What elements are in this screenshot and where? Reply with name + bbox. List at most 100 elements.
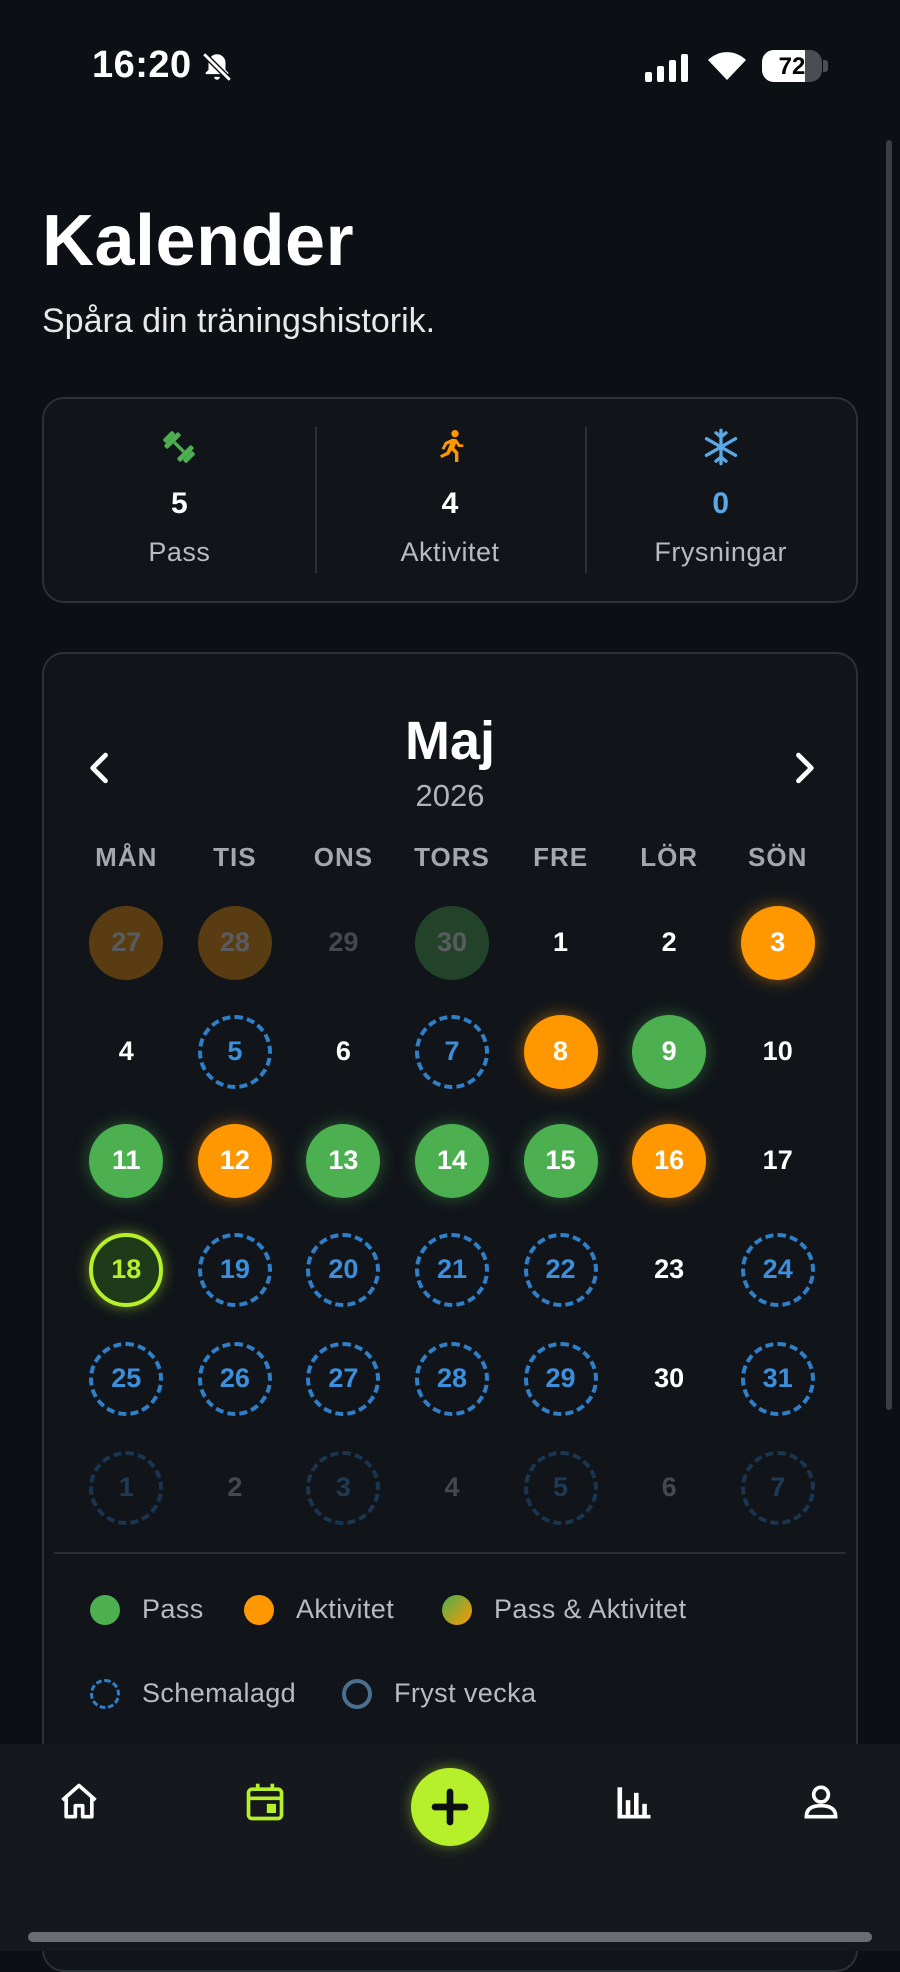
calendar-day[interactable]: 6 (615, 1433, 724, 1542)
calendar-day[interactable]: 5 (506, 1433, 615, 1542)
weekday-label: TIS (213, 842, 257, 872)
legend-frozen-dot (342, 1678, 372, 1709)
calendar-day[interactable]: 29 (506, 1324, 615, 1433)
legend-both-label: Pass & Aktivitet (494, 1594, 687, 1624)
calendar-day-number: 5 (523, 1450, 598, 1525)
year-label: 2026 (415, 778, 485, 813)
add-button[interactable] (411, 1768, 489, 1846)
calendar-day-number: 9 (632, 1014, 707, 1089)
legend-activity-label: Aktivitet (296, 1594, 395, 1624)
status-time: 16:20 (92, 44, 192, 86)
calendar-day[interactable]: 28 (181, 888, 290, 997)
calendar-day[interactable]: 5 (181, 997, 290, 1106)
calendar-day[interactable]: 11 (72, 1106, 181, 1215)
next-month-button[interactable] (782, 746, 826, 790)
calendar-day[interactable]: 7 (723, 1433, 832, 1542)
calendar-day[interactable]: 19 (181, 1215, 290, 1324)
calendar-day[interactable]: 16 (615, 1106, 724, 1215)
calendar-day[interactable]: 30 (615, 1324, 724, 1433)
calendar-day[interactable]: 30 (398, 888, 507, 997)
calendar-day[interactable]: 4 (398, 1433, 507, 1542)
calendar-day[interactable]: 24 (723, 1215, 832, 1324)
scrollbar[interactable] (886, 140, 892, 1410)
calendar-day-number: 27 (89, 905, 164, 980)
legend-scheduled-dot (90, 1678, 120, 1709)
weekday-label: SÖN (748, 842, 808, 872)
calendar-icon[interactable] (243, 1780, 287, 1824)
calendar-day-number: 23 (654, 1254, 685, 1284)
profile-icon[interactable] (799, 1780, 843, 1824)
calendar-day[interactable]: 22 (506, 1215, 615, 1324)
calendar-day[interactable]: 26 (181, 1324, 290, 1433)
legend-activity: Aktivitet (244, 1594, 394, 1625)
home-icon[interactable] (57, 1780, 101, 1824)
summary-card: 5 Pass 4 Aktivitet 0 Frysningar (42, 397, 858, 603)
calendar-day[interactable]: 4 (72, 997, 181, 1106)
legend-frozen-label: Fryst vecka (394, 1678, 537, 1708)
calendar-day-number: 13 (306, 1123, 381, 1198)
calendar-day-number: 20 (306, 1232, 381, 1307)
calendar-day-number: 12 (197, 1123, 272, 1198)
home-indicator[interactable] (28, 1932, 872, 1942)
calendar-day[interactable]: 3 (723, 888, 832, 997)
calendar-day[interactable]: 3 (289, 1433, 398, 1542)
calendar-day[interactable]: 2 (181, 1433, 290, 1542)
calendar-day-number: 31 (740, 1341, 815, 1416)
calendar-day-number: 25 (89, 1341, 164, 1416)
calendar-day[interactable]: 10 (723, 997, 832, 1106)
calendar-day-number: 10 (762, 1036, 793, 1066)
calendar-day[interactable]: 27 (289, 1324, 398, 1433)
calendar-day-number: 8 (523, 1014, 598, 1089)
calendar-day[interactable]: 12 (181, 1106, 290, 1215)
calendar-day-number: 1 (553, 927, 569, 957)
calendar-day-number: 17 (762, 1145, 793, 1175)
calendar-day[interactable]: 14 (398, 1106, 507, 1215)
calendar-day[interactable]: 6 (289, 997, 398, 1106)
calendar-day-number: 4 (118, 1036, 134, 1066)
dumbbell-icon (163, 431, 196, 463)
weekday-label: ONS (313, 842, 374, 872)
calendar-day-number: 30 (654, 1363, 685, 1393)
calendar-day[interactable]: 1 (72, 1433, 181, 1542)
calendar-day[interactable]: 27 (72, 888, 181, 997)
calendar-day[interactable]: 29 (289, 888, 398, 997)
battery-tip (823, 60, 828, 72)
weekday-label: FRE (533, 842, 589, 872)
calendar-day-number: 14 (414, 1123, 489, 1198)
calendar-day-number: 7 (740, 1450, 815, 1525)
calendar-day[interactable]: 31 (723, 1324, 832, 1433)
legend-both-dot (442, 1594, 472, 1625)
weekday-label: LÖR (640, 842, 699, 872)
calendar-day-number: 2 (661, 927, 677, 957)
calendar-day-number: 15 (523, 1123, 598, 1198)
add-icon (431, 1788, 469, 1826)
calendar-day[interactable]: 21 (398, 1215, 507, 1324)
calendar-day[interactable]: 25 (72, 1324, 181, 1433)
calendar-day[interactable]: 28 (398, 1324, 507, 1433)
calendar-day-number: 29 (328, 927, 359, 957)
calendar-day-number: 18 (89, 1232, 164, 1307)
calendar-day[interactable]: 23 (615, 1215, 724, 1324)
calendar-day[interactable]: 9 (615, 997, 724, 1106)
calendar-day[interactable]: 20 (289, 1215, 398, 1324)
calendar-day[interactable]: 18 (72, 1215, 181, 1324)
calendar-day[interactable]: 17 (723, 1106, 832, 1215)
page-title: Kalender (42, 201, 355, 281)
bottom-navigation (0, 1744, 900, 1951)
calendar-day-number: 29 (523, 1341, 598, 1416)
stat-freezes: 0 Frysningar (585, 399, 856, 601)
calendar-day-number: 4 (444, 1472, 460, 1502)
stat-activity-label: Aktivitet (400, 537, 500, 567)
stats-icon[interactable] (612, 1780, 656, 1824)
calendar-day[interactable]: 1 (506, 888, 615, 997)
calendar-day-number: 2 (227, 1472, 243, 1502)
calendar-day[interactable]: 7 (398, 997, 507, 1106)
muted-bell-icon (202, 52, 232, 82)
calendar-day[interactable]: 15 (506, 1106, 615, 1215)
legend-both: Pass & Aktivitet (442, 1594, 686, 1625)
calendar-day-number: 19 (197, 1232, 272, 1307)
calendar-day[interactable]: 8 (506, 997, 615, 1106)
calendar-day[interactable]: 2 (615, 888, 724, 997)
calendar-day-number: 5 (197, 1014, 272, 1089)
calendar-day[interactable]: 13 (289, 1106, 398, 1215)
